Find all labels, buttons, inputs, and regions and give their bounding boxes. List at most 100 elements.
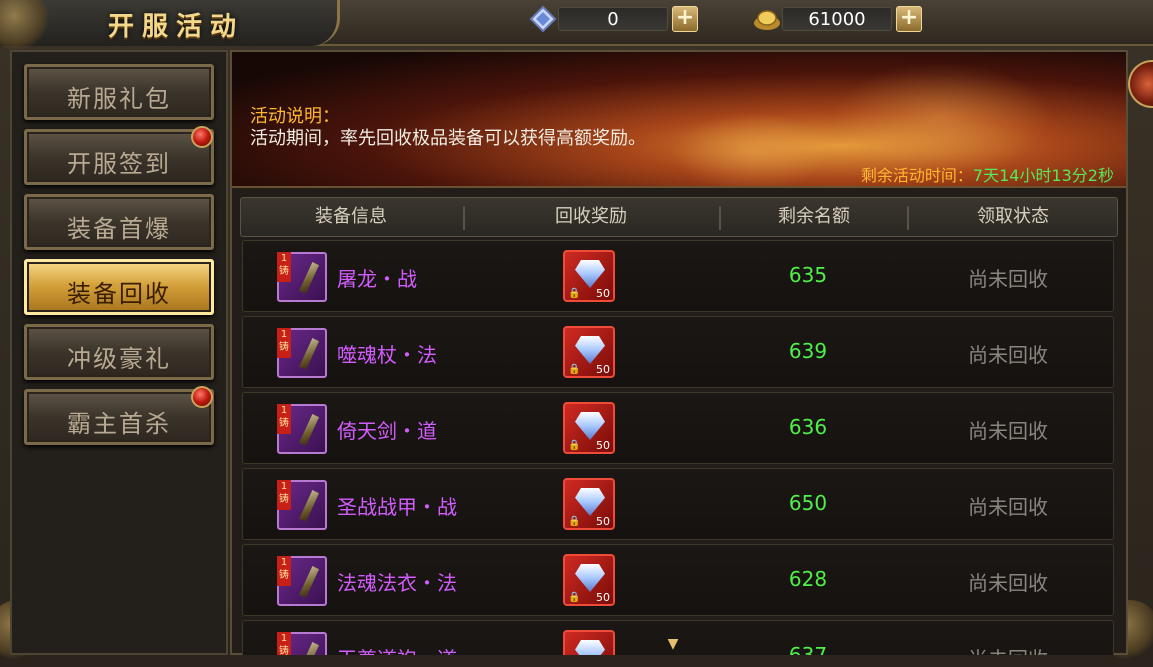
- sidebar-item-label: 装备回收: [67, 280, 171, 308]
- diamond-reward-icon[interactable]: 🔒50: [563, 630, 615, 655]
- forge-tag: 1铸: [277, 404, 291, 434]
- diamond-reward-icon[interactable]: 🔒 50: [563, 554, 615, 606]
- armor-icon: [299, 566, 319, 598]
- claim-status: 尚未回收: [968, 495, 1048, 519]
- column-header-remaining: 剩余名额: [778, 206, 850, 227]
- weapon-icon: [299, 414, 319, 446]
- side-expand-tab[interactable]: [1128, 60, 1153, 108]
- claim-status: 尚未回收: [943, 643, 1073, 655]
- recycle-panel: 活动说明： 活动期间，率先回收极品装备可以获得高额奖励。 剩余活动时间：7天14…: [230, 50, 1128, 655]
- title-plate: 开服活动: [0, 0, 340, 52]
- add-gold-button[interactable]: +: [896, 6, 922, 32]
- sidebar-item-signin[interactable]: 开服签到: [24, 126, 214, 185]
- notification-dot-icon: [191, 126, 213, 148]
- diamond-icon: [575, 640, 605, 655]
- claim-status: 尚未回收: [968, 419, 1048, 443]
- taoist-robe-icon[interactable]: 1铸: [277, 632, 327, 655]
- soul-staff-icon[interactable]: 1铸: [277, 328, 327, 378]
- diamond-icon: [575, 336, 605, 364]
- gold-currency: 61000 +: [752, 4, 922, 34]
- dragon-statue-decoration: [832, 62, 1052, 172]
- table-row: 1铸 倚天剑・道 🔒 50 636 尚未回收: [242, 392, 1114, 464]
- gold-count: 61000: [782, 7, 892, 31]
- table-row: 1铸 噬魂杖・法 🔒 50 639 尚未回收: [242, 316, 1114, 388]
- game-window: 开服活动 0 + 61000 + 新服礼包 开服签到 装备首爆 装备回收 冲级豪…: [0, 0, 1153, 667]
- column-header-equipment: 装备信息: [315, 206, 387, 227]
- forge-tag: 1铸: [277, 556, 291, 586]
- notification-dot-icon: [191, 386, 213, 408]
- item-name: 天尊道袍・道: [337, 643, 457, 655]
- reward-quantity: 50: [596, 287, 610, 300]
- remaining-count: 628: [788, 567, 828, 591]
- heaven-sword-icon[interactable]: 1铸: [277, 404, 327, 454]
- sidebar-item-label: 冲级豪礼: [67, 345, 171, 373]
- lock-icon: 🔒: [568, 592, 581, 603]
- item-name: 法魂法衣・法: [337, 571, 457, 595]
- diamond-reward-icon[interactable]: 🔒 50: [563, 250, 615, 302]
- remaining-count: 637: [788, 643, 828, 655]
- lock-icon: 🔒: [568, 440, 581, 451]
- top-bar: 开服活动 0 + 61000 +: [0, 0, 1153, 52]
- dragon-slayer-sword-icon[interactable]: 1铸: [277, 252, 327, 302]
- forge-tag: 1铸: [277, 252, 291, 282]
- reward-quantity: 50: [596, 363, 610, 376]
- sidebar-item-label: 霸主首杀: [67, 410, 171, 438]
- description-text: 活动期间，率先回收极品装备可以获得高额奖励。: [250, 128, 646, 149]
- item-name: 倚天剑・道: [337, 419, 437, 443]
- gem-count: 0: [558, 7, 668, 31]
- lock-icon: 🔒: [568, 364, 581, 375]
- armor-icon: [299, 642, 319, 655]
- forge-tag: 1铸: [277, 632, 291, 655]
- weapon-icon: [299, 262, 319, 294]
- sidebar-item-level-gift[interactable]: 冲级豪礼: [24, 324, 214, 380]
- sidebar-item-label: 开服签到: [67, 150, 171, 178]
- claim-status: 尚未回收: [968, 571, 1048, 595]
- forge-tag: 1铸: [277, 328, 291, 358]
- add-gems-button[interactable]: +: [672, 6, 698, 32]
- page-title: 开服活动: [108, 12, 245, 42]
- diamond-reward-icon[interactable]: 🔒 50: [563, 402, 615, 454]
- diamond-icon: [575, 260, 605, 288]
- mage-robe-icon[interactable]: 1铸: [277, 556, 327, 606]
- gold-ingot-icon: [752, 4, 782, 34]
- scroll-down-icon[interactable]: ▼: [660, 637, 686, 651]
- claim-status: 尚未回收: [968, 267, 1048, 291]
- gold-coins-decoration: [672, 112, 832, 186]
- diamond-reward-icon[interactable]: 🔒 50: [563, 326, 615, 378]
- sidebar-item-label: 装备首爆: [67, 215, 171, 243]
- gem-currency: 0 +: [528, 4, 698, 34]
- sidebar-item-label: 新服礼包: [67, 85, 171, 113]
- reward-quantity: 50: [596, 591, 610, 604]
- lock-icon: 🔒: [568, 288, 581, 299]
- activity-banner: 活动说明： 活动期间，率先回收极品装备可以获得高额奖励。 剩余活动时间：7天14…: [232, 52, 1126, 188]
- sidebar-item-equipment-recycle[interactable]: 装备回收: [24, 259, 214, 315]
- column-header-status: 领取状态: [977, 206, 1049, 227]
- table-row: 1铸 屠龙・战 🔒 50 635 尚未回收: [242, 240, 1114, 312]
- remaining-count: 635: [788, 263, 828, 287]
- sidebar-item-first-drop[interactable]: 装备首爆: [24, 194, 214, 250]
- reward-quantity: 50: [596, 439, 610, 452]
- activity-sidebar: 新服礼包 开服签到 装备首爆 装备回收 冲级豪礼 霸主首杀: [10, 50, 228, 655]
- table-row: 1铸 圣战战甲・战 🔒 50 650 尚未回收: [242, 468, 1114, 540]
- claim-status: 尚未回收: [968, 343, 1048, 367]
- holy-armor-icon[interactable]: 1铸: [277, 480, 327, 530]
- remaining-time-label: 剩余活动时间：: [860, 166, 973, 185]
- diamond-icon: [575, 412, 605, 440]
- equipment-list: 1铸 屠龙・战 🔒 50 635 尚未回收 1铸 噬魂杖・法 🔒 50 639 尚未…: [242, 240, 1116, 655]
- diamond-icon: [528, 4, 558, 34]
- sidebar-item-new-server-gift[interactable]: 新服礼包: [24, 64, 214, 120]
- weapon-icon: [299, 338, 319, 370]
- forge-tag: 1铸: [277, 480, 291, 510]
- diamond-reward-icon[interactable]: 🔒 50: [563, 478, 615, 530]
- item-name: 噬魂杖・法: [337, 343, 437, 367]
- column-header-reward: 回收奖励: [555, 206, 627, 227]
- diamond-icon: [575, 488, 605, 516]
- remaining-count: 650: [788, 491, 828, 515]
- remaining-count: 639: [788, 339, 828, 363]
- reward-quantity: 50: [596, 515, 610, 528]
- item-name: 屠龙・战: [337, 267, 417, 291]
- remaining-time: 剩余活动时间：7天14小时13分2秒: [861, 162, 1114, 186]
- sidebar-item-first-kill[interactable]: 霸主首杀: [24, 386, 214, 445]
- lock-icon: 🔒: [568, 516, 581, 527]
- item-name: 圣战战甲・战: [337, 495, 457, 519]
